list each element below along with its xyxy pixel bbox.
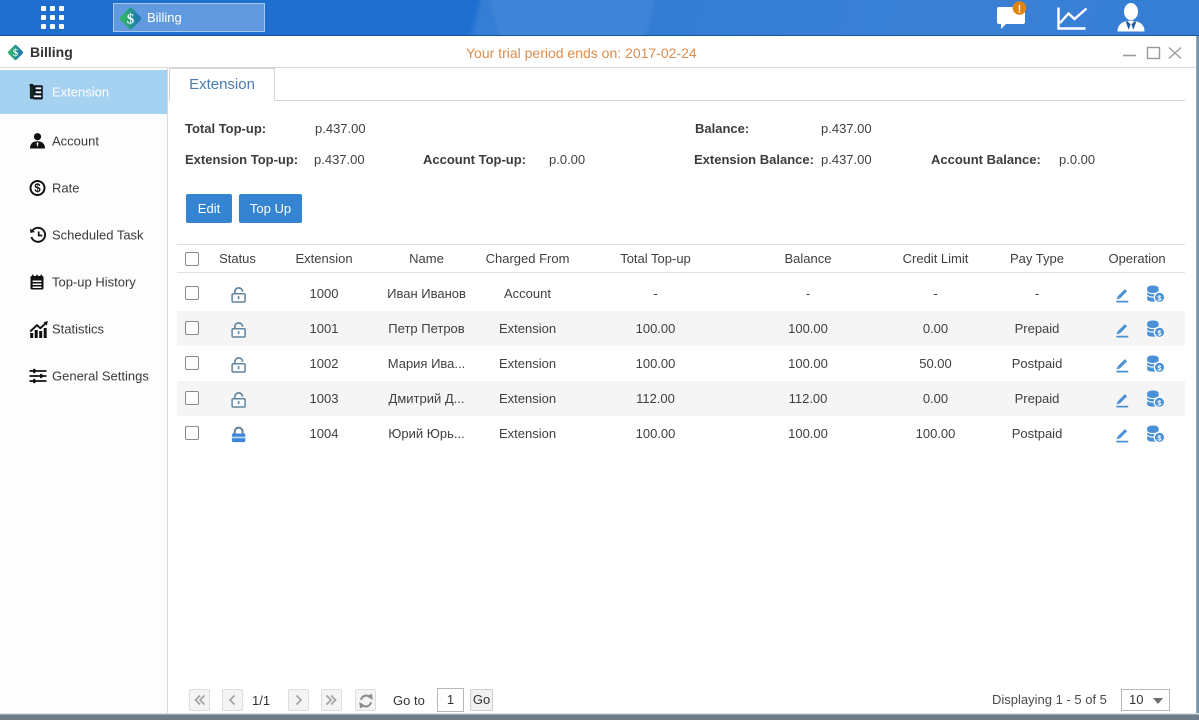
svg-text:!: ! xyxy=(1018,3,1022,15)
svg-text:$: $ xyxy=(13,48,18,59)
svg-text:$: $ xyxy=(34,183,41,195)
svg-text:$: $ xyxy=(127,12,135,28)
